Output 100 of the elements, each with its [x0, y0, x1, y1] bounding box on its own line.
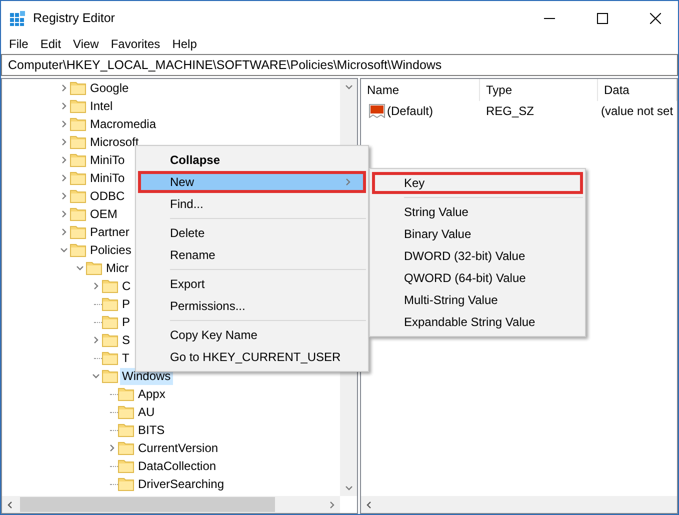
context-menu-item[interactable]: Copy Key Name: [138, 324, 366, 346]
tree-item[interactable]: P: [120, 314, 132, 330]
context-menu-item[interactable]: Collapse: [138, 149, 366, 171]
submenu-item[interactable]: Expandable String Value: [372, 311, 583, 333]
scroll-down-icon[interactable]: [344, 484, 352, 492]
scroll-left-icon[interactable]: [6, 500, 14, 508]
tree-item[interactable]: Micr: [104, 260, 131, 276]
context-menu-item[interactable]: Delete: [138, 222, 366, 244]
folder-icon: [102, 333, 118, 347]
expand-chevron-icon[interactable]: [60, 228, 68, 236]
tree-item[interactable]: P: [120, 296, 132, 312]
table-cell: (Default): [387, 104, 434, 118]
horizontal-scrollbar[interactable]: [361, 496, 677, 513]
submenu-item[interactable]: String Value: [372, 201, 583, 223]
tree-item[interactable]: S: [120, 332, 132, 348]
collapse-chevron-icon[interactable]: [76, 264, 84, 272]
tree-item[interactable]: ODBC: [88, 188, 127, 204]
submenu-item[interactable]: Binary Value: [372, 223, 583, 245]
expand-chevron-icon[interactable]: [60, 210, 68, 218]
folder-icon: [102, 279, 118, 293]
folder-icon: [102, 369, 118, 383]
expand-chevron-icon[interactable]: [60, 138, 68, 146]
folder-icon: [102, 315, 118, 329]
maximize-icon: [596, 12, 608, 24]
expand-chevron-icon[interactable]: [60, 192, 68, 200]
column-header[interactable]: Type: [480, 79, 598, 101]
tree-item[interactable]: CurrentVersion: [136, 440, 220, 456]
tree-item[interactable]: C: [120, 278, 133, 294]
tree-item[interactable]: OEM: [88, 206, 120, 222]
menu-item[interactable]: Help: [166, 35, 203, 53]
context-menu-item[interactable]: New: [138, 171, 366, 193]
folder-icon: [70, 117, 86, 131]
tree-item[interactable]: Appx: [136, 386, 168, 402]
scroll-up-icon[interactable]: [344, 83, 352, 91]
tree-item[interactable]: DriverSearching: [136, 476, 226, 492]
submenu-item[interactable]: QWORD (64-bit) Value: [372, 267, 583, 289]
close-icon: [650, 12, 660, 24]
tree-item[interactable]: MiniTo: [88, 152, 127, 168]
menu-item[interactable]: View: [67, 35, 105, 53]
folder-icon: [70, 81, 86, 95]
folder-icon: [70, 99, 86, 113]
tree-item[interactable]: BITS: [136, 422, 167, 438]
menu-item[interactable]: File: [3, 35, 34, 53]
context-menu-item[interactable]: Find...: [138, 193, 366, 215]
collapse-chevron-icon[interactable]: [92, 372, 100, 380]
table-cell-text: REG_SZ: [485, 104, 536, 118]
submenu-item[interactable]: Key: [372, 172, 583, 194]
tree-item[interactable]: AU: [136, 404, 157, 420]
folder-icon: [118, 387, 134, 401]
column-header[interactable]: Name: [361, 79, 480, 101]
folder-icon: [70, 135, 86, 149]
folder-icon: [70, 243, 86, 257]
expand-chevron-icon[interactable]: [92, 282, 100, 290]
expand-chevron-icon[interactable]: [108, 444, 116, 452]
folder-icon: [70, 153, 86, 167]
folder-icon: [86, 261, 102, 275]
context-menu-item[interactable]: Rename: [138, 244, 366, 266]
menu-item[interactable]: Favorites: [104, 35, 166, 53]
window-title: Registry Editor: [33, 11, 116, 25]
folder-icon: [102, 297, 118, 311]
tree-item[interactable]: Policies: [88, 242, 134, 258]
folder-icon: [118, 459, 134, 473]
submenu-item[interactable]: DWORD (32-bit) Value: [372, 245, 583, 267]
context-menu-item[interactable]: Export: [138, 273, 366, 295]
column-header[interactable]: Data: [598, 79, 677, 101]
folder-icon: [118, 441, 134, 455]
expand-chevron-icon[interactable]: [60, 84, 68, 92]
tree-item[interactable]: Intel: [88, 98, 115, 114]
expand-chevron-icon[interactable]: [60, 102, 68, 110]
scroll-right-icon[interactable]: [328, 500, 336, 508]
folder-icon: [118, 423, 134, 437]
tree-item[interactable]: T: [120, 350, 132, 366]
folder-icon: [70, 189, 86, 203]
registry-editor-icon: [10, 10, 26, 26]
folder-icon: [118, 477, 134, 491]
folder-icon: [118, 405, 134, 419]
tree-item[interactable]: Macromedia: [88, 116, 158, 132]
expand-chevron-icon[interactable]: [60, 156, 68, 164]
folder-icon: [102, 351, 118, 365]
submenu-item[interactable]: Multi-String Value: [372, 289, 583, 311]
expand-chevron-icon[interactable]: [60, 120, 68, 128]
table-cell-text: (value not set: [600, 104, 674, 118]
tree-item[interactable]: MiniTo: [88, 170, 127, 186]
expand-chevron-icon[interactable]: [92, 336, 100, 344]
collapse-chevron-icon[interactable]: [60, 246, 68, 254]
context-menu-item[interactable]: Go to HKEY_CURRENT_USER: [138, 346, 366, 368]
folder-icon: [70, 225, 86, 239]
expand-chevron-icon[interactable]: [60, 174, 68, 182]
folder-icon: [70, 207, 86, 221]
string-value-icon: [369, 104, 385, 118]
context-menu-item[interactable]: Permissions...: [138, 295, 366, 317]
menu-item[interactable]: Edit: [34, 35, 68, 53]
tree-item[interactable]: DataCollection: [136, 458, 218, 474]
horizontal-scrollbar[interactable]: [2, 496, 340, 513]
tree-item[interactable]: Partner: [88, 224, 132, 240]
tree-item[interactable]: Google: [88, 80, 131, 96]
tree-item[interactable]: Microsoft: [88, 134, 141, 150]
folder-icon: [70, 171, 86, 185]
address-field[interactable]: Computer\HKEY_LOCAL_MACHINE\SOFTWARE\Policies\Microsoft\Windows: [1, 54, 678, 76]
scroll-left-icon[interactable]: [365, 500, 373, 508]
